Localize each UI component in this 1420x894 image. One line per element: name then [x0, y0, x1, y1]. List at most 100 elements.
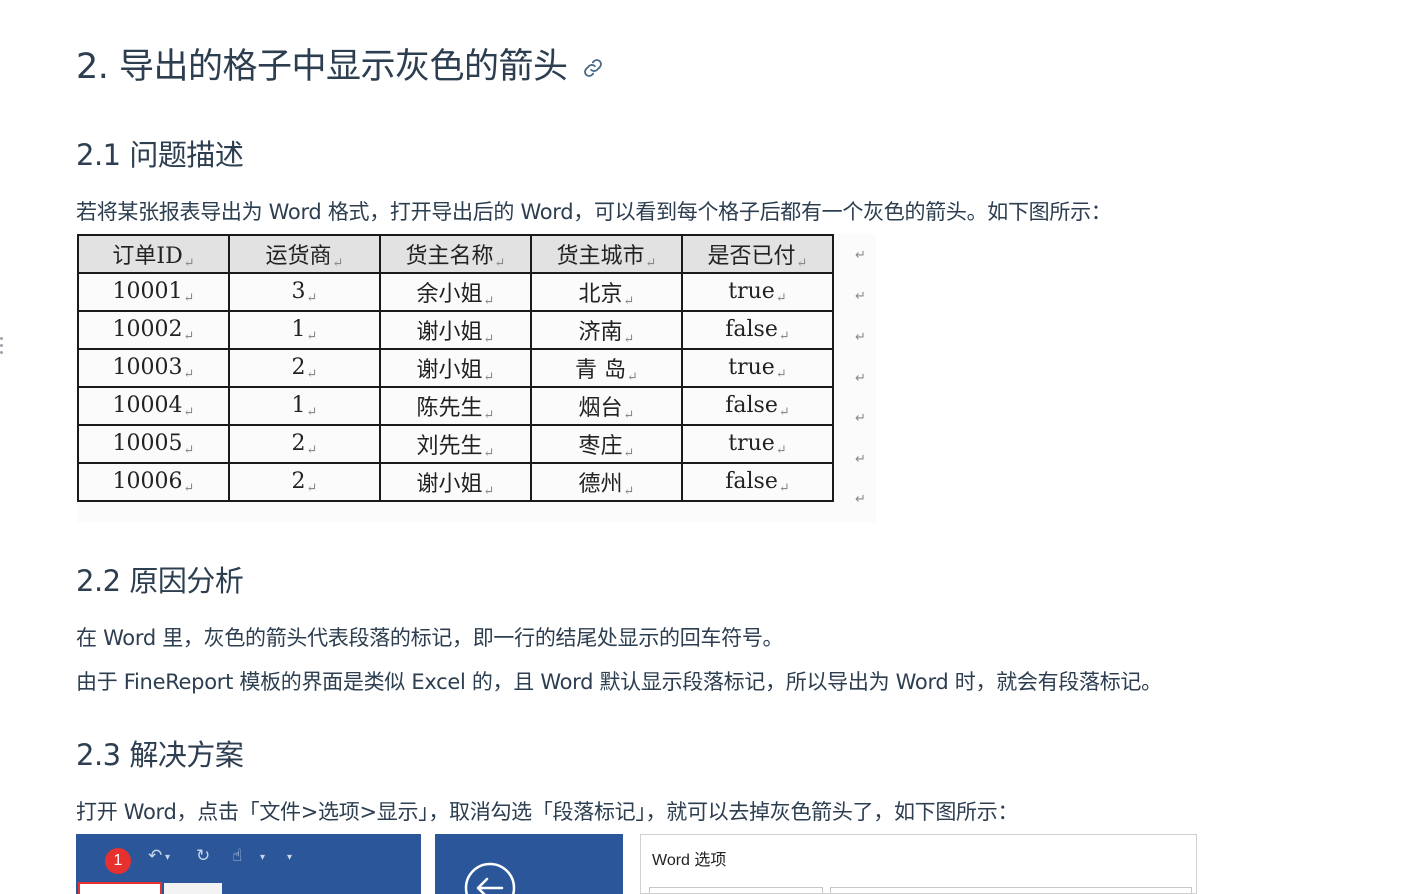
table-row: 10004↵ 1↵ 陈先生↵ 烟台↵ false↵: [77, 386, 834, 426]
paragraph-mark-icon: ↵: [627, 369, 638, 385]
paragraph-mark-icon: ↵: [306, 328, 318, 344]
word-table: 订单ID↵ 运货商↵ 货主名称↵ 货主城市↵ 是否已付↵ 10001↵ 3↵ 余小姐↵ 北京↵ t…: [77, 234, 834, 502]
paragraph-mark-icon: ↵: [183, 255, 195, 271]
page-title: 2. 导出的格子中显示灰色的箭头: [76, 38, 604, 89]
cell-text: 货主城市: [556, 243, 645, 269]
cell-text: 是否已付: [707, 243, 796, 269]
problem-paragraph: 若将某张报表导出为 Word 格式，打开导出后的 Word，可以看到每个格子后都…: [76, 200, 1112, 224]
table-cell: 2↵: [228, 462, 381, 502]
drag-handle[interactable]: [0, 337, 4, 358]
word-ribbon-screenshot: 1 ↶ ▾ ↻ ☝ ▾ ▾: [76, 834, 421, 894]
table-cell: 青 岛↵: [530, 348, 683, 388]
cause-paragraph-1: 在 Word 里，灰色的箭头代表段落的标记，即一行的结尾处显示的回车符号。: [76, 626, 784, 650]
cell-text: 2: [291, 430, 306, 456]
cell-text: true: [728, 278, 775, 304]
table-cell: 谢小姐↵: [379, 462, 532, 502]
cell-text: 谢小姐: [416, 319, 483, 345]
table-cell: 10001↵: [77, 272, 230, 312]
cell-text: 运货商: [265, 243, 332, 269]
table-cell: 2↵: [228, 348, 381, 388]
table-cell: true↵: [681, 348, 834, 388]
cell-text: 烟台: [578, 395, 623, 421]
table-cell: 3↵: [228, 272, 381, 312]
paragraph-mark-icon: ↵: [483, 293, 495, 309]
cell-text: 10006: [112, 468, 183, 494]
paragraph-mark-icon: ↵: [183, 328, 195, 344]
table-cell: false↵: [681, 462, 834, 502]
word-table-screenshot: 订单ID↵ 运货商↵ 货主名称↵ 货主城市↵ 是否已付↵ 10001↵ 3↵ 余小姐↵ 北京↵ t…: [77, 234, 876, 522]
cell-text: 北京: [578, 281, 623, 307]
chevron-down-icon: ▾: [165, 852, 171, 863]
table-cell: 10006↵: [77, 462, 230, 502]
table-cell: 10004↵: [77, 386, 230, 426]
page-title-text: 2. 导出的格子中显示灰色的箭头: [76, 47, 568, 87]
cell-text: false: [725, 392, 778, 418]
paragraph-mark-icon: ↵: [775, 442, 787, 458]
paragraph-mark-icon: ↵: [306, 480, 318, 496]
paragraph-mark-icon: ↵: [332, 255, 344, 271]
table-cell: true↵: [681, 424, 834, 464]
table-cell: 济南↵: [530, 310, 683, 350]
table-header-cell: 是否已付↵: [681, 234, 834, 274]
table-cell: 刘先生↵: [379, 424, 532, 464]
cell-text: 10005: [112, 430, 183, 456]
paragraph-mark-icon: ↵: [623, 483, 635, 499]
dialog-title: Word 选项: [652, 852, 727, 869]
paragraph-mark-icon: ↵: [183, 442, 195, 458]
paragraph-mark-icon: ↵: [483, 445, 495, 461]
table-cell: 余小姐↵: [379, 272, 532, 312]
table-cell: false↵: [681, 386, 834, 426]
table-row: 10001↵ 3↵ 余小姐↵ 北京↵ true↵: [77, 272, 834, 312]
cell-text: 10001: [112, 278, 183, 304]
cell-text: 余小姐: [416, 281, 483, 307]
table-header-row: 订单ID↵ 运货商↵ 货主名称↵ 货主城市↵ 是否已付↵: [77, 234, 834, 274]
table-cell: 枣庄↵: [530, 424, 683, 464]
paragraph-mark-icon: ↵: [306, 366, 318, 382]
paragraph-mark-icon: ↵: [855, 411, 866, 426]
table-cell: false↵: [681, 310, 834, 350]
paragraph-mark-icon: ↵: [494, 255, 506, 271]
paragraph-mark-icon: ↵: [623, 293, 635, 309]
table-cell: 1↵: [228, 386, 381, 426]
paragraph-mark-icon: ↵: [483, 331, 495, 347]
cell-text: 货主名称: [405, 243, 494, 269]
cell-text: 2: [291, 468, 306, 494]
paragraph-mark-icon: ↵: [778, 404, 790, 420]
cell-text: 2: [291, 354, 306, 380]
paragraph-mark-icon: ↵: [183, 480, 195, 496]
cell-text: false: [725, 468, 778, 494]
paragraph-mark-icon: ↵: [796, 255, 808, 271]
table-cell: 烟台↵: [530, 386, 683, 426]
paragraph-mark-icon: ↵: [306, 290, 318, 306]
paragraph-mark-icon: ↵: [623, 407, 635, 423]
options-nav-pane: [649, 887, 823, 893]
ribbon-tab: [164, 883, 222, 894]
table-cell: 北京↵: [530, 272, 683, 312]
cell-text: 刘先生: [416, 433, 483, 459]
chevron-down-icon: ▾: [260, 852, 266, 863]
table-cell: 10002↵: [77, 310, 230, 350]
table-cell: 10003↵: [77, 348, 230, 388]
cell-text: true: [728, 354, 775, 380]
table-cell: 1↵: [228, 310, 381, 350]
table-row: 10006↵ 2↵ 谢小姐↵ 德州↵ false↵: [77, 462, 834, 502]
touch-mode-icon: ☝: [232, 846, 243, 866]
table-header-cell: 订单ID↵: [77, 234, 230, 274]
table-cell: 10005↵: [77, 424, 230, 464]
cell-text: 订单ID: [112, 243, 183, 269]
table-header-cell: 货主名称↵: [379, 234, 532, 274]
paragraph-mark-icon: ↵: [623, 331, 635, 347]
cell-text: false: [725, 316, 778, 342]
paragraph-mark-icon: ↵: [775, 290, 787, 306]
cell-text: 1: [291, 392, 306, 418]
paragraph-mark-icon: ↵: [183, 404, 195, 420]
cell-text: 青 岛: [575, 357, 627, 383]
cell-text: 10003: [112, 354, 183, 380]
paragraph-mark-icon: ↵: [306, 442, 318, 458]
step-badge: 1: [105, 848, 131, 874]
paragraph-mark-icon: ↵: [855, 330, 866, 345]
table-header-cell: 货主城市↵: [530, 234, 683, 274]
backstage-screenshot: [435, 834, 623, 894]
options-content-pane: [830, 887, 1192, 893]
link-icon[interactable]: [582, 48, 604, 88]
